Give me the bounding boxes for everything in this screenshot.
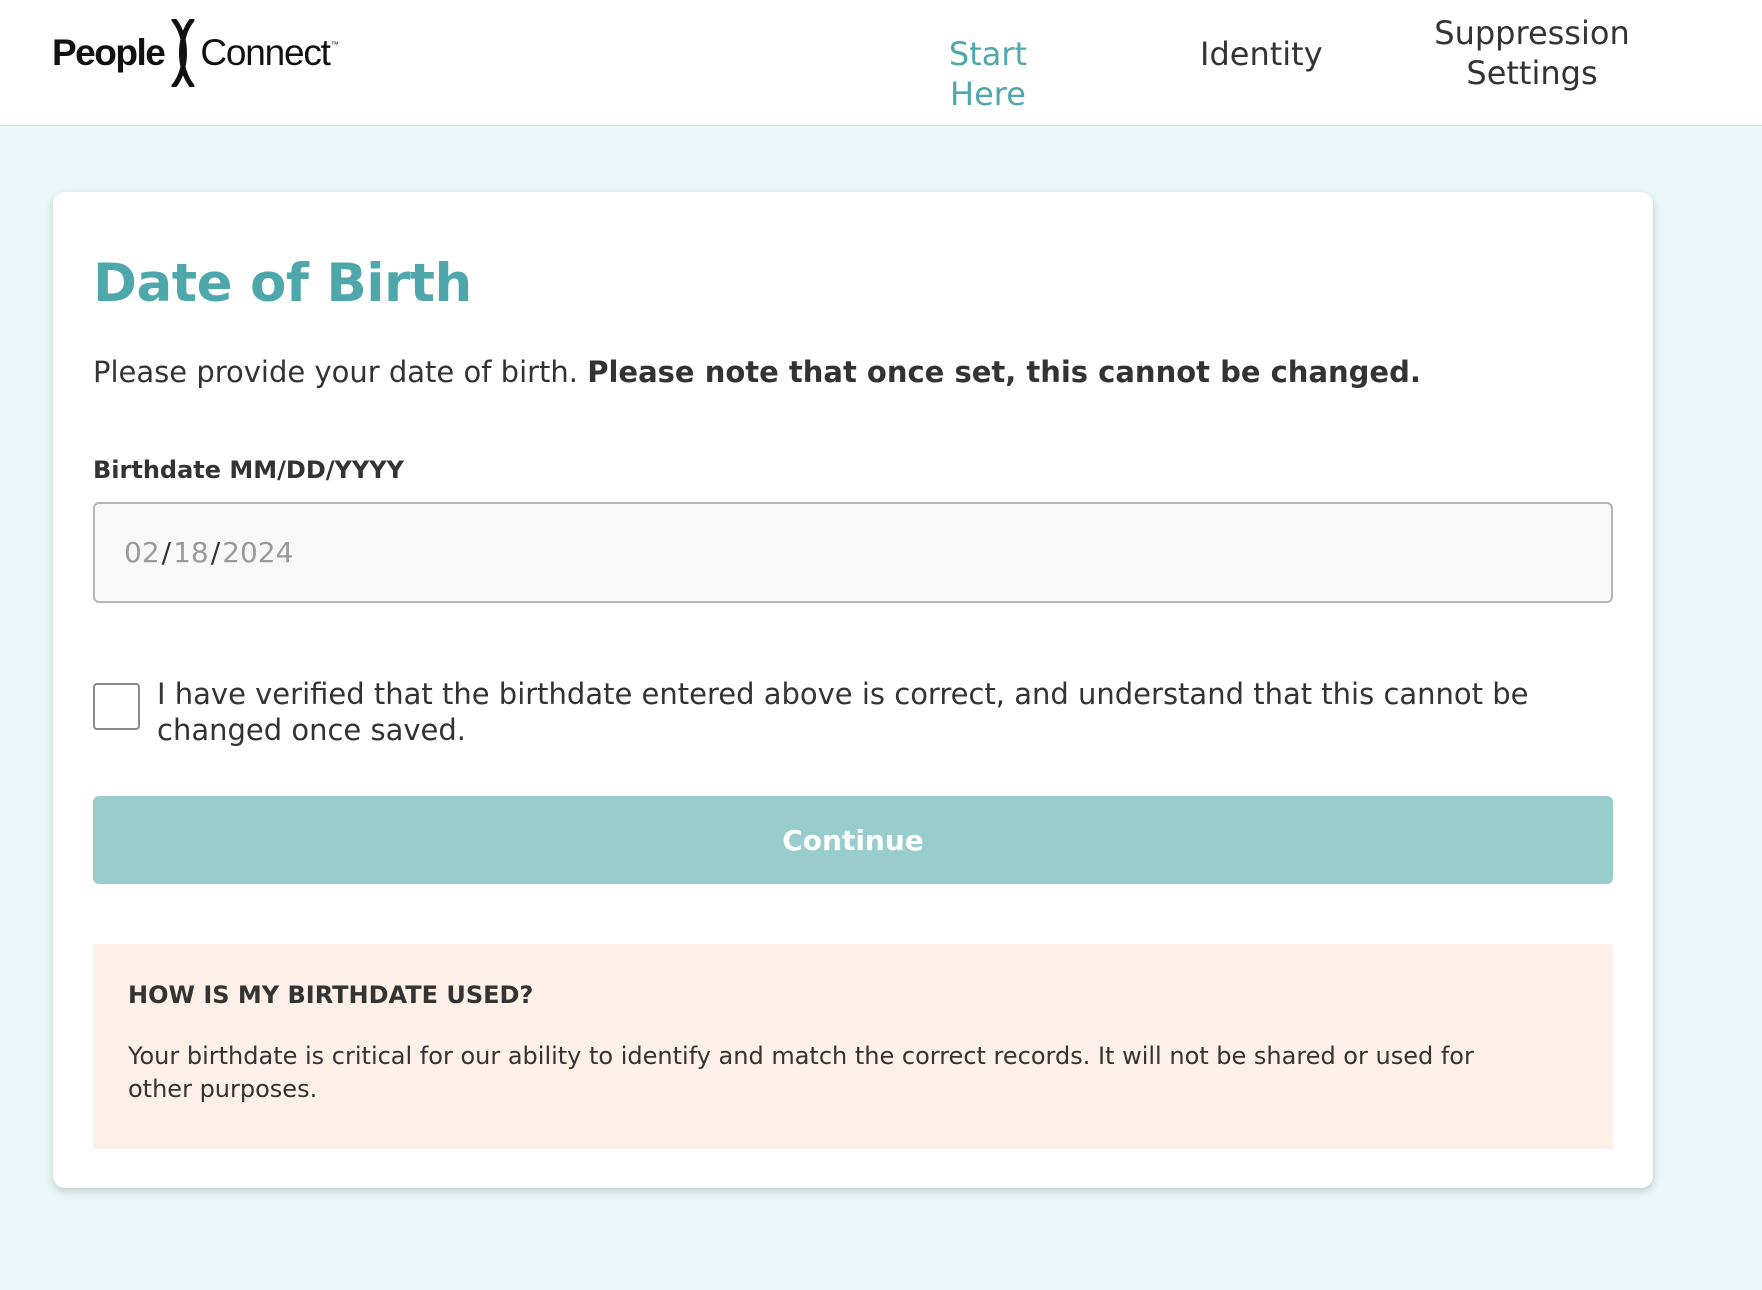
logo-people-text: People xyxy=(52,32,166,73)
logo-trademark: ™ xyxy=(330,40,339,49)
page-title: Date of Birth xyxy=(93,253,472,314)
date-separator: / xyxy=(161,536,172,569)
confirm-birthdate-label[interactable]: I have verified that the birthdate enter… xyxy=(157,676,1627,748)
birthdate-usage-info: HOW IS MY BIRTHDATE USED? Your birthdate… xyxy=(93,944,1613,1149)
date-separator: / xyxy=(210,536,221,569)
confirm-birthdate-checkbox[interactable] xyxy=(93,683,140,730)
info-title: HOW IS MY BIRTHDATE USED? xyxy=(128,981,534,1009)
intro-warning: Please note that once set, this cannot b… xyxy=(587,355,1421,389)
birthdate-label: Birthdate MM/DD/YYYY xyxy=(93,456,405,484)
nav-start-here[interactable]: Start Here xyxy=(912,34,1064,114)
peopleconnect-logo[interactable]: People Connect ™ xyxy=(52,18,339,88)
logo-connect-text: Connect xyxy=(200,32,331,73)
birthdate-month[interactable]: 02 xyxy=(124,536,160,569)
date-of-birth-card: Date of Birth Please provide your date o… xyxy=(53,192,1653,1188)
birthdate-day[interactable]: 18 xyxy=(173,536,209,569)
birthdate-input[interactable]: 02 / 18 / 2024 xyxy=(93,502,1613,603)
nav-identity[interactable]: Identity xyxy=(1200,34,1323,74)
site-header: People Connect ™ Start Here Identity Sup… xyxy=(0,0,1762,126)
info-text: Your birthdate is critical for our abili… xyxy=(128,1042,1474,1103)
continue-button[interactable]: Continue xyxy=(93,796,1613,884)
nav-suppression-settings[interactable]: Suppression Settings xyxy=(1430,13,1634,93)
logo-x-mark-icon xyxy=(171,19,195,87)
intro-plain: Please provide your date of birth. xyxy=(93,355,579,389)
birthdate-year[interactable]: 2024 xyxy=(222,536,293,569)
intro-text: Please provide your date of birth. Pleas… xyxy=(93,352,1421,392)
